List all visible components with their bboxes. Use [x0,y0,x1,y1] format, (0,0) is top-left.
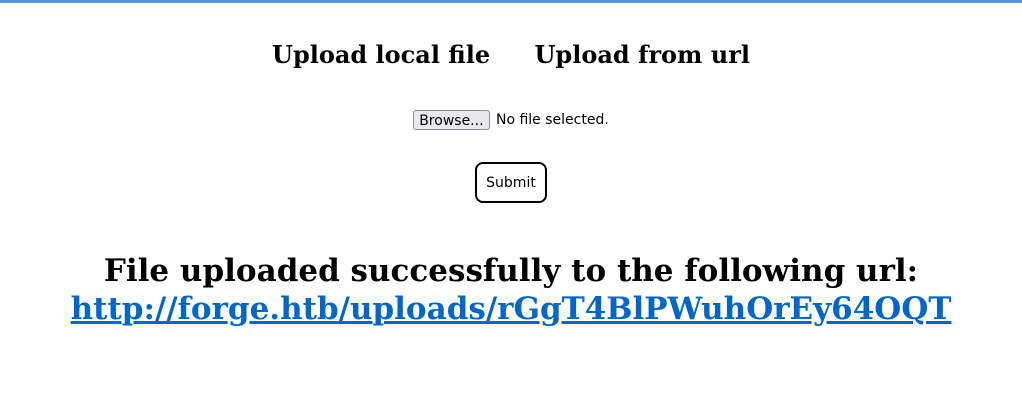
browse-button[interactable]: Browse... [413,110,490,130]
submit-row: Submit [0,162,1022,203]
top-accent-bar [0,0,1022,3]
result-message: File uploaded successfully to the follow… [103,253,919,289]
tab-upload-local-file[interactable]: Upload local file [272,40,490,69]
file-status-text: No file selected. [495,112,609,128]
upload-result: File uploaded successfully to the follow… [0,252,1022,328]
file-input[interactable]: Browse... No file selected. [0,110,1022,130]
uploaded-file-link[interactable]: http://forge.htb/uploads/rGgT4BlPWuhOrEy… [71,290,952,328]
upload-tabs: Upload local file Upload from url [0,40,1022,69]
tab-upload-from-url[interactable]: Upload from url [535,40,750,69]
submit-button[interactable]: Submit [475,162,547,203]
